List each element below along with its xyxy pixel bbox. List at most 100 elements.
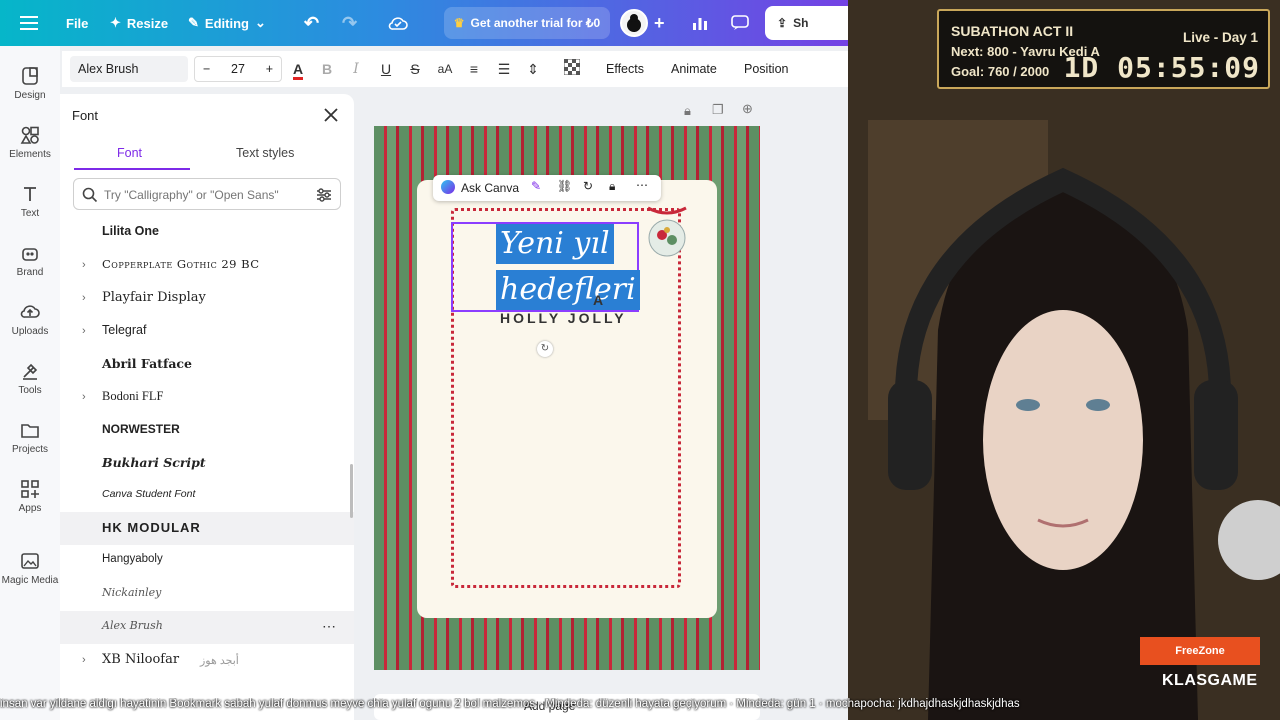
font-item-norwester[interactable]: Norwester (60, 414, 354, 447)
add-icon[interactable]: + (654, 0, 665, 46)
chevron-right-icon[interactable]: › (82, 292, 86, 304)
filter-icon[interactable] (316, 187, 332, 203)
font-family-select[interactable]: Alex Brush (70, 56, 188, 82)
letter-case-icon[interactable]: aA (435, 59, 455, 79)
rail-item-design[interactable]: Design (0, 66, 60, 101)
chevron-right-icon[interactable]: › (82, 259, 86, 271)
lock-element-icon[interactable]: 🔒︎ (609, 179, 615, 194)
font-panel: Font Font Text styles Lilita One › Coppe… (60, 94, 354, 720)
rail-item-text[interactable]: Text (0, 184, 60, 219)
bold-icon[interactable]: B (317, 59, 337, 79)
rail-item-elements[interactable]: Elements (0, 125, 60, 160)
subathon-timer: 1D 05:55:09 (1063, 51, 1260, 84)
comment-icon[interactable] (731, 0, 749, 46)
chevron-right-icon[interactable]: › (82, 325, 86, 337)
projects-icon (21, 424, 39, 438)
undo-icon[interactable]: ↶ (304, 0, 319, 46)
holly-text-fragment[interactable]: A (593, 292, 603, 308)
link-icon[interactable]: ⛓︎ (557, 179, 572, 193)
selected-text-line-1[interactable]: Yeni yıl (496, 224, 614, 264)
list-icon[interactable]: ☰ (494, 59, 514, 79)
text-color-icon[interactable]: A (288, 59, 308, 80)
lock-icon[interactable]: 🔒︎ (684, 103, 691, 119)
effects-button[interactable]: Effects (606, 51, 644, 87)
font-item-playfair[interactable]: › Playfair Display (60, 282, 354, 315)
font-item-bodoni[interactable]: › Bodoni FLF (60, 381, 354, 414)
more-options-icon[interactable]: ⋯ (322, 618, 336, 635)
animate-button[interactable]: Animate (671, 51, 717, 87)
chevron-right-icon[interactable]: › (82, 654, 86, 666)
rail-item-projects[interactable]: Projects (0, 420, 60, 455)
menu-icon[interactable] (20, 0, 38, 46)
font-size-value[interactable]: 27 (231, 62, 245, 76)
search-icon (82, 187, 98, 203)
rail-item-brand[interactable]: Brand (0, 243, 60, 278)
apps-icon (21, 480, 39, 498)
resize-button[interactable]: ✦ Resize (110, 0, 168, 46)
font-name: Nickainley (102, 586, 162, 599)
font-item-canva-student[interactable]: Canva Student Font (60, 480, 354, 513)
italic-icon[interactable]: I (346, 59, 366, 79)
rotate-handle-icon[interactable]: ↻ (537, 341, 553, 357)
cloud-save-icon[interactable] (388, 0, 408, 46)
increase-size-button[interactable]: + (266, 62, 273, 76)
strikethrough-icon[interactable]: S (405, 59, 425, 79)
rail-item-apps[interactable]: Apps (0, 479, 60, 514)
avatar[interactable] (620, 9, 648, 37)
selected-text-line-2[interactable]: hedefleri (496, 270, 640, 310)
redo-icon[interactable]: ↷ (342, 0, 357, 46)
font-item-nickainley[interactable]: Nickainley (60, 578, 354, 611)
element-context-bar: Ask Canva ✎ ⛓︎ ↻ 🔒︎ ⋯ (433, 175, 661, 201)
chat-messages: insan var yildane aldigı hayatinin Bookm… (0, 698, 1020, 710)
tab-font[interactable]: Font (117, 146, 142, 160)
rail-item-magic-media[interactable]: Magic Media (0, 551, 60, 586)
decrease-size-button[interactable]: − (203, 62, 210, 76)
font-item-xb-niloofar[interactable]: › XB Niloofar أبجد هوز (60, 644, 354, 677)
font-item-alex-brush[interactable]: Alex Brush ⋯ (60, 611, 354, 644)
tab-text-styles[interactable]: Text styles (236, 146, 294, 160)
font-item-hangyaboly[interactable]: Hangyaboly (60, 545, 354, 578)
font-item-lilita-one[interactable]: Lilita One (60, 216, 354, 249)
font-name: Hangyaboly (102, 553, 163, 565)
position-button[interactable]: Position (744, 51, 788, 87)
ornament-image[interactable] (640, 200, 694, 260)
share-label: Sh (793, 16, 809, 30)
share-button[interactable]: ⇪ Sh (765, 6, 848, 40)
align-center-icon[interactable]: ≡ (464, 59, 484, 79)
font-name: Telegraf (102, 323, 147, 337)
font-item-hk-modular[interactable]: HK MODULAR (60, 512, 354, 545)
font-item-abril-fatface[interactable]: Abril Fatface (60, 348, 354, 381)
rail-item-uploads[interactable]: Uploads (0, 302, 60, 337)
spacing-icon[interactable]: ⇕ (523, 59, 543, 79)
live-day-label: Live - Day 1 (1182, 30, 1258, 45)
editing-mode-button[interactable]: ✎ Editing ⌄ (188, 0, 266, 46)
font-item-telegraf[interactable]: › Telegraf (60, 315, 354, 348)
font-name: XB Niloofar (102, 652, 180, 667)
font-search[interactable] (73, 178, 341, 210)
file-menu[interactable]: File (66, 0, 88, 46)
refresh-icon[interactable]: ↻ (583, 179, 593, 193)
ask-canva-button[interactable]: Ask Canva (461, 181, 519, 195)
file-label: File (66, 15, 89, 31)
font-item-bukhari-script[interactable]: Bukhari Script (60, 447, 354, 480)
transparency-icon[interactable] (562, 58, 582, 79)
font-preview-arabic: أبجد هوز (200, 655, 239, 667)
font-name: HK MODULAR (102, 520, 201, 535)
font-size-stepper[interactable]: − 27 + (194, 56, 282, 82)
duplicate-page-icon[interactable]: ❐ (712, 102, 724, 118)
rail-item-tools[interactable]: Tools (0, 361, 60, 396)
magic-write-icon[interactable]: ✎ (531, 179, 541, 193)
insights-icon[interactable] (692, 0, 708, 46)
close-icon[interactable] (322, 106, 340, 124)
add-page-icon[interactable]: ⊕ (742, 101, 753, 117)
more-icon[interactable]: ⋯ (636, 178, 648, 192)
font-item-copperplate[interactable]: › Copperplate Gothic 29 BC (60, 249, 354, 282)
rail-label-magic-media: Magic Media (1, 575, 59, 586)
search-input[interactable] (104, 185, 304, 205)
holly-jolly-text[interactable]: HOLLY JOLLY (500, 310, 627, 326)
trial-button[interactable]: ♛ Get another trial for ₺0 (444, 7, 610, 39)
underline-icon[interactable]: U (376, 59, 396, 79)
panel-scrollbar[interactable] (350, 464, 353, 518)
klasgame-logo: KLASGAME (1162, 672, 1258, 689)
chevron-right-icon[interactable]: › (82, 391, 86, 403)
